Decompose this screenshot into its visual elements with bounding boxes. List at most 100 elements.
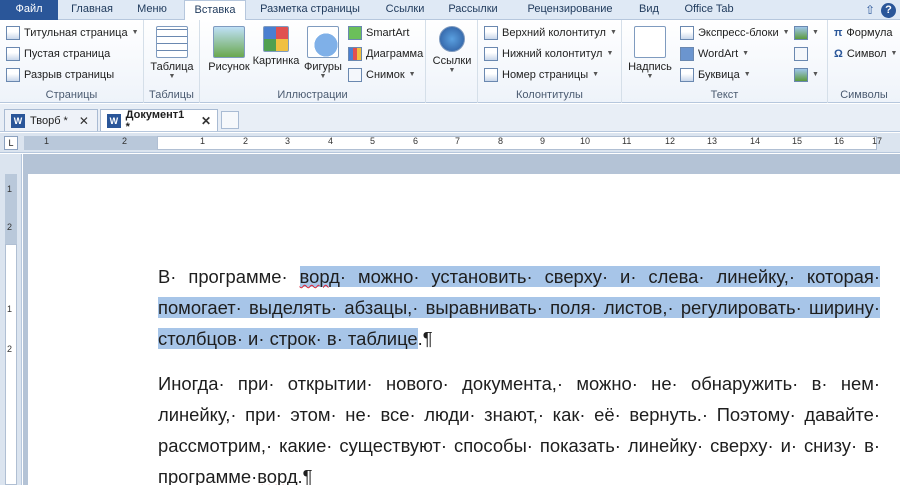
clipart-icon — [263, 26, 289, 52]
blank-page-icon — [6, 47, 20, 61]
chart-button[interactable]: Диаграмма — [348, 44, 423, 64]
wordart-label: WordArt — [698, 48, 739, 60]
picture-label: Рисунок — [208, 61, 250, 73]
links-icon — [439, 26, 465, 52]
smartart-button[interactable]: SmartArt — [348, 23, 409, 43]
cover-page-label: Титульная страница — [24, 27, 128, 39]
wordart-button[interactable]: WordArt ▼ — [680, 44, 749, 64]
blank-page-label: Пустая страница — [24, 48, 111, 60]
close-icon[interactable]: ✕ — [79, 114, 89, 128]
doc-tab-2[interactable]: W Документ1 * ✕ — [100, 108, 218, 133]
links-button[interactable]: Ссылки ▼ — [426, 24, 478, 74]
date-time-icon — [794, 47, 808, 61]
document-page[interactable]: В· программе· ворд· можно· установить· с… — [28, 174, 900, 485]
quick-parts-label: Экспресс-блоки — [698, 27, 779, 39]
paragraph-2[interactable]: Иногда· при· открытии· нового· документа… — [158, 368, 880, 485]
textbox-label: Надпись — [628, 61, 672, 73]
group-tables-label: Таблицы — [149, 89, 194, 101]
page-break-label: Разрыв страницы — [24, 69, 115, 81]
screenshot-button[interactable]: Снимок ▼ — [348, 65, 416, 85]
tab-page-layout[interactable]: Разметка страницы — [250, 0, 370, 20]
symbol-label: Символ — [846, 48, 887, 60]
tab-home[interactable]: Главная — [62, 0, 122, 20]
equation-button[interactable]: π Формула — [834, 23, 893, 43]
page-break-button[interactable]: Разрыв страницы — [6, 65, 114, 85]
group-tables: Таблица ▼ Таблицы — [144, 20, 200, 103]
group-text-label: Текст — [710, 89, 739, 101]
table-icon — [156, 26, 188, 58]
equation-label: Формула — [846, 27, 893, 39]
cover-page-icon — [6, 26, 20, 40]
horizontal-ruler[interactable]: L 1 2 1 2 3 4 5 6 7 8 9 10 11 12 13 14 1… — [0, 133, 900, 153]
doc-tab-1[interactable]: W Творб * ✕ — [4, 109, 98, 131]
dropcap-button[interactable]: Буквица ▼ — [680, 65, 751, 85]
table-button[interactable]: Таблица ▼ — [145, 24, 199, 80]
group-text: Надпись ▼ Экспресс-блоки ▼ WordArt ▼ Букви… — [622, 20, 828, 103]
tab-references[interactable]: Ссылки — [376, 0, 434, 20]
close-icon[interactable]: ✕ — [201, 114, 211, 128]
document-canvas: В· программе· ворд· можно· установить· с… — [23, 154, 900, 485]
help-icon[interactable]: ? — [881, 2, 896, 18]
links-label: Ссылки — [432, 55, 472, 67]
group-symbols: π Формула Ω Символ ▼ Символы — [828, 20, 900, 103]
textbox-icon — [634, 26, 666, 58]
header-label: Верхний колонтитул — [502, 27, 606, 39]
shapes-button[interactable]: Фигуры ▼ — [300, 24, 346, 80]
vertical-ruler[interactable]: 1 2 1 2 — [0, 154, 22, 485]
quick-parts-icon — [680, 26, 694, 40]
clipart-button[interactable]: Картинка — [250, 24, 302, 67]
picture-icon — [213, 26, 245, 58]
signature-line-button[interactable]: ▼ — [794, 23, 819, 43]
textbox-button[interactable]: Надпись ▼ — [624, 24, 676, 80]
symbol-button[interactable]: Ω Символ ▼ — [834, 44, 897, 64]
tab-office-tab[interactable]: Office Tab — [674, 0, 744, 20]
page-number-button[interactable]: Номер страницы ▼ — [484, 65, 599, 85]
group-illustrations-label: Иллюстрации — [277, 89, 348, 101]
tab-selector-button[interactable]: L — [4, 136, 18, 150]
new-document-tab-button[interactable] — [221, 111, 239, 129]
group-links: Ссылки ▼ — [426, 20, 478, 103]
tab-mailings[interactable]: Рассылки — [438, 0, 508, 20]
signature-line-icon — [794, 26, 808, 40]
quick-parts-button[interactable]: Экспресс-блоки ▼ — [680, 23, 790, 43]
screenshot-label: Снимок — [366, 69, 405, 81]
minimize-ribbon-icon[interactable]: ⇧ — [865, 3, 875, 17]
tab-file[interactable]: Файл — [0, 0, 58, 20]
cover-page-button[interactable]: Титульная страница ▼ — [6, 23, 139, 43]
ribbon-tab-bar: Файл Главная Меню Вставка Разметка стран… — [0, 0, 900, 21]
tab-review[interactable]: Рецензирование — [514, 0, 626, 20]
footer-button[interactable]: Нижний колонтитул ▼ — [484, 44, 613, 64]
omega-icon: Ω — [834, 48, 843, 60]
dropcap-label: Буквица — [698, 69, 740, 81]
doc-tab-1-label: Творб * — [30, 114, 68, 127]
misspelled-word: ворд — [299, 266, 340, 287]
paragraph-1-text-start: В· программе· — [158, 266, 300, 287]
smartart-icon — [348, 26, 362, 40]
picture-button[interactable]: Рисунок — [202, 24, 256, 73]
tab-insert[interactable]: Вставка — [184, 0, 246, 21]
page-number-icon — [484, 68, 498, 82]
word-doc-icon: W — [107, 113, 121, 128]
date-time-button[interactable] — [794, 44, 808, 64]
object-button[interactable]: ▼ — [794, 65, 819, 85]
wordart-icon — [680, 47, 694, 61]
misspelled-word: ворд — [257, 466, 298, 485]
ribbon: Титульная страница ▼ Пустая страница Разр… — [0, 20, 900, 103]
clipart-label: Картинка — [252, 55, 300, 67]
tab-menu[interactable]: Меню — [124, 0, 180, 20]
paragraph-1[interactable]: В· программе· ворд· можно· установить· с… — [158, 261, 880, 354]
smartart-label: SmartArt — [366, 27, 410, 39]
table-label: Таблица — [150, 61, 194, 73]
pi-icon: π — [834, 27, 843, 39]
blank-page-button[interactable]: Пустая страница — [6, 44, 110, 64]
object-icon — [794, 68, 808, 82]
header-button[interactable]: Верхний колонтитул ▼ — [484, 23, 617, 43]
doc-tab-2-label: Документ1 * — [125, 108, 185, 133]
group-headers-label: Колонтитулы — [516, 89, 583, 101]
shapes-icon — [307, 26, 339, 58]
page-number-label: Номер страницы — [502, 69, 589, 81]
chart-icon — [348, 47, 362, 61]
tab-view[interactable]: Вид — [628, 0, 670, 20]
footer-label: Нижний колонтитул — [502, 48, 603, 60]
ribbon-help-area: ⇧ ? — [865, 2, 896, 18]
